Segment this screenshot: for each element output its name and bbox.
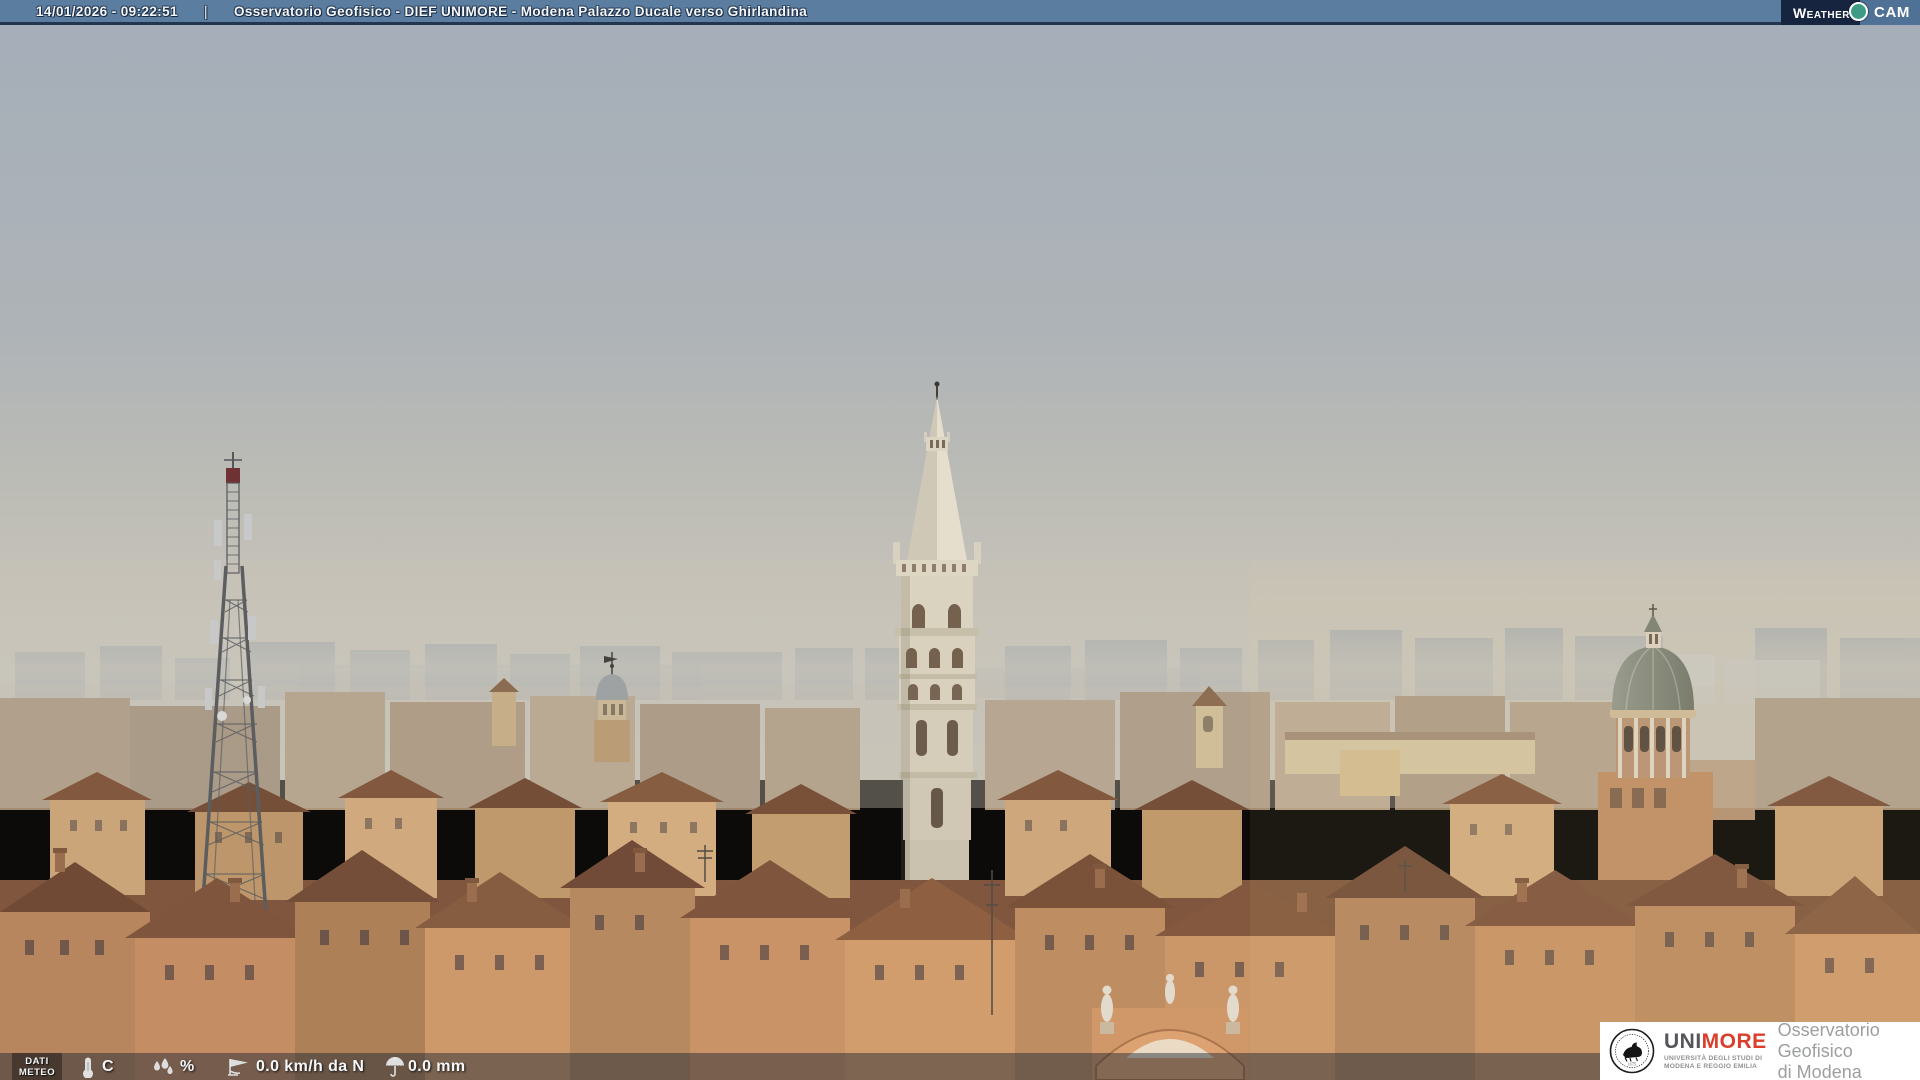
unimore-dept-line2: MODENA E REGGIO EMILIA bbox=[1664, 1063, 1758, 1070]
timestamp: 14/01/2026 - 09:22:51 bbox=[36, 3, 179, 19]
header-separator: | bbox=[204, 3, 208, 19]
observatory-name-line1: Osservatorio Geofisico bbox=[1777, 1019, 1880, 1061]
page-title: Osservatorio Geofisico - DIEF UNIMORE - … bbox=[233, 3, 808, 19]
observatory-name-line2: di Modena bbox=[1777, 1061, 1862, 1080]
header-bar: 14/01/2026 - 09:22:51 | Osservatorio Geo… bbox=[0, 0, 1920, 25]
weathercam-logo: Weather CAM bbox=[1780, 0, 1920, 25]
meteo-label-line1: DATI bbox=[25, 1055, 49, 1067]
rain-value: 0.0 mm bbox=[408, 1058, 466, 1075]
wind-icon bbox=[228, 1059, 248, 1076]
thermometer-icon bbox=[83, 1057, 93, 1078]
wind-value: 0.0 km/h da N bbox=[256, 1058, 365, 1075]
meteo-label: DATI METEO bbox=[12, 1053, 62, 1080]
unimore-seal-icon: 1175 bbox=[1609, 1028, 1655, 1074]
webcam-view: 14/01/2026 - 09:22:51 | Osservatorio Geo… bbox=[0, 0, 1920, 1080]
seal-year: 1175 bbox=[1628, 1062, 1636, 1067]
city-photo bbox=[0, 0, 1920, 1080]
observatory-name: Osservatorio Geofisico di Modena bbox=[1778, 1020, 1920, 1080]
unimore-dept-line1: UNIVERSITÀ DEGLI STUDI DI bbox=[1664, 1055, 1763, 1062]
weathercam-cam-label: CAM bbox=[1860, 0, 1920, 25]
weathercam-dot-icon bbox=[1849, 2, 1868, 21]
temperature-value: C bbox=[102, 1058, 114, 1075]
humidity-icon bbox=[154, 1058, 173, 1074]
unimore-more-text: MORE bbox=[1701, 1030, 1767, 1053]
unimore-brand: UNIMORE UNIVERSITÀ DEGLI STUDI DI MODENA… bbox=[1664, 1031, 1767, 1071]
humidity-value: % bbox=[180, 1058, 195, 1075]
umbrella-icon bbox=[386, 1057, 404, 1077]
meteo-label-line2: METEO bbox=[18, 1066, 56, 1078]
unimore-logo-box: 1175 UNIMORE UNIVERSITÀ DEGLI STUDI DI M… bbox=[1600, 1020, 1920, 1080]
unimore-uni-text: UNI bbox=[1664, 1030, 1702, 1053]
